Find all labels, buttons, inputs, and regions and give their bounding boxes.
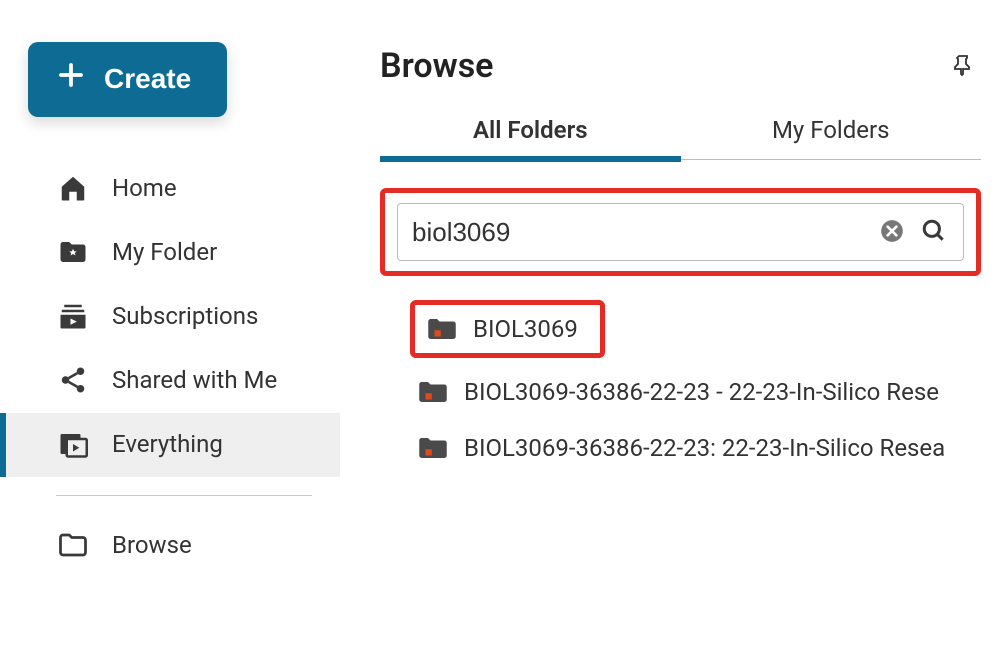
search-icons — [877, 216, 949, 249]
nav-list: Home My Folder Subscriptions Shared with… — [0, 157, 340, 578]
search-box — [397, 203, 964, 261]
everything-icon — [56, 429, 90, 459]
search-input[interactable] — [412, 217, 877, 248]
clear-search-button[interactable] — [877, 216, 907, 249]
result-item[interactable]: BIOL3069-36386-22-23 - 22-23-In-Silico R… — [410, 366, 981, 418]
plus-icon — [56, 60, 104, 97]
search-button[interactable] — [919, 216, 949, 249]
result-item[interactable]: BIOL3069-36386-22-23: 22-23-In-Silico Re… — [410, 422, 981, 474]
search-highlight — [380, 188, 981, 276]
main-header: Browse — [380, 46, 981, 86]
tab-all-folders[interactable]: All Folders — [380, 108, 681, 162]
nav-item-home[interactable]: Home — [0, 157, 340, 221]
folder-icon — [427, 316, 457, 342]
my-folder-icon — [56, 237, 90, 267]
nav-item-shared[interactable]: Shared with Me — [0, 349, 340, 413]
folder-icon — [418, 379, 448, 405]
nav-item-browse[interactable]: Browse — [0, 514, 340, 578]
nav-label: Everything — [112, 430, 223, 458]
share-icon — [56, 365, 90, 395]
create-button[interactable]: Create — [28, 42, 227, 117]
folder-icon — [418, 435, 448, 461]
nav-label: Browse — [112, 531, 192, 559]
home-icon — [56, 173, 90, 203]
pin-icon — [951, 65, 975, 80]
subscriptions-icon — [56, 301, 90, 331]
result-item-highlighted[interactable]: BIOL3069 — [410, 300, 605, 358]
browse-folder-icon — [56, 530, 90, 560]
nav-label: Home — [112, 174, 177, 202]
nav-item-my-folder[interactable]: My Folder — [0, 221, 340, 285]
nav-label: Shared with Me — [112, 366, 277, 394]
result-label: BIOL3069-36386-22-23: 22-23-In-Silico Re… — [464, 434, 945, 462]
nav-label: Subscriptions — [112, 302, 258, 330]
page-title: Browse — [380, 46, 493, 86]
create-label: Create — [104, 63, 191, 95]
nav-item-everything[interactable]: Everything — [0, 413, 340, 477]
pin-button[interactable] — [945, 47, 981, 86]
main-content: Browse All Folders My Folders — [340, 0, 1001, 649]
nav-item-subscriptions[interactable]: Subscriptions — [0, 285, 340, 349]
tabs: All Folders My Folders — [380, 108, 981, 160]
clear-icon — [879, 232, 905, 247]
nav-divider — [56, 495, 312, 496]
search-icon — [921, 232, 947, 247]
result-label: BIOL3069-36386-22-23 - 22-23-In-Silico R… — [464, 378, 939, 406]
tab-my-folders[interactable]: My Folders — [681, 108, 982, 159]
sidebar: Create Home My Folder Subscriptions Shar… — [0, 0, 340, 649]
results-list: BIOL3069 BIOL3069-36386-22-23 - 22-23-In… — [380, 300, 981, 474]
nav-label: My Folder — [112, 238, 217, 266]
result-label: BIOL3069 — [473, 315, 578, 343]
